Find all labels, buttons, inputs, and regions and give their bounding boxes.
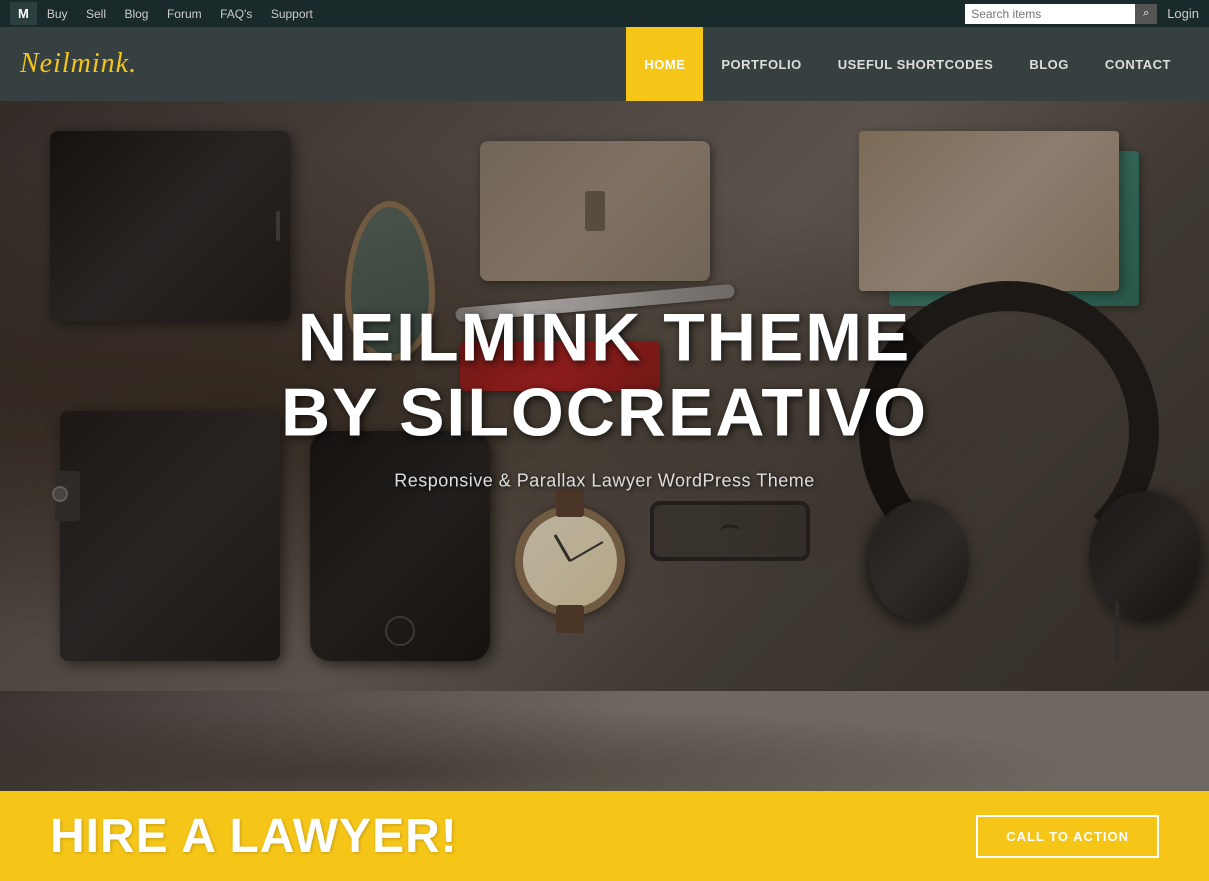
search-icon: ⌕ xyxy=(1143,7,1149,20)
nav-portfolio[interactable]: PORTFOLIO xyxy=(703,27,819,101)
top-bar-right: ⌕ Login xyxy=(965,4,1199,24)
hero-subtitle: Responsive & Parallax Lawyer WordPress T… xyxy=(255,470,955,491)
nav-useful-shortcodes[interactable]: USEFUL SHORTCODES xyxy=(820,27,1012,101)
hero-content: NEILMINK THEME BY SILOCREATIVO Responsiv… xyxy=(255,301,955,492)
nav-faqs[interactable]: FAQ's xyxy=(220,7,252,21)
nav-sell[interactable]: Sell xyxy=(86,7,106,21)
top-bar-left: M Buy Sell Blog Forum FAQ's Support xyxy=(10,2,327,25)
nav-contact[interactable]: CONTACT xyxy=(1087,27,1189,101)
cta-title: HIRE A LAWYER! xyxy=(50,809,458,864)
brand-logo: Neilmink. xyxy=(20,48,626,80)
nav-home[interactable]: HOME xyxy=(626,27,703,101)
top-bar-nav: Buy Sell Blog Forum FAQ's Support xyxy=(47,5,327,23)
nav-blog[interactable]: Blog xyxy=(124,7,148,21)
cta-bar: HIRE A LAWYER! CALL TO ACTION xyxy=(0,791,1209,881)
login-link[interactable]: Login xyxy=(1167,6,1199,21)
call-to-action-button[interactable]: CALL TO ACTION xyxy=(976,815,1159,858)
main-nav-links: HOME PORTFOLIO USEFUL SHORTCODES BLOG CO… xyxy=(626,27,1189,101)
hero-partial-inner xyxy=(0,691,1209,791)
hero-section: NEILMINK THEME BY SILOCREATIVO Responsiv… xyxy=(0,101,1209,691)
nav-buy[interactable]: Buy xyxy=(47,7,68,21)
search-button[interactable]: ⌕ xyxy=(1135,4,1157,24)
nav-forum[interactable]: Forum xyxy=(167,7,202,21)
top-bar-logo-m[interactable]: M xyxy=(10,2,37,25)
hero-partial xyxy=(0,691,1209,791)
nav-blog[interactable]: BLOG xyxy=(1011,27,1087,101)
nav-support[interactable]: Support xyxy=(271,7,313,21)
hero-title: NEILMINK THEME BY SILOCREATIVO xyxy=(255,301,955,451)
main-nav: Neilmink. HOME PORTFOLIO USEFUL SHORTCOD… xyxy=(0,27,1209,101)
search-input[interactable] xyxy=(965,4,1135,24)
top-bar: M Buy Sell Blog Forum FAQ's Support ⌕ Lo… xyxy=(0,0,1209,27)
search-bar: ⌕ xyxy=(965,4,1157,24)
